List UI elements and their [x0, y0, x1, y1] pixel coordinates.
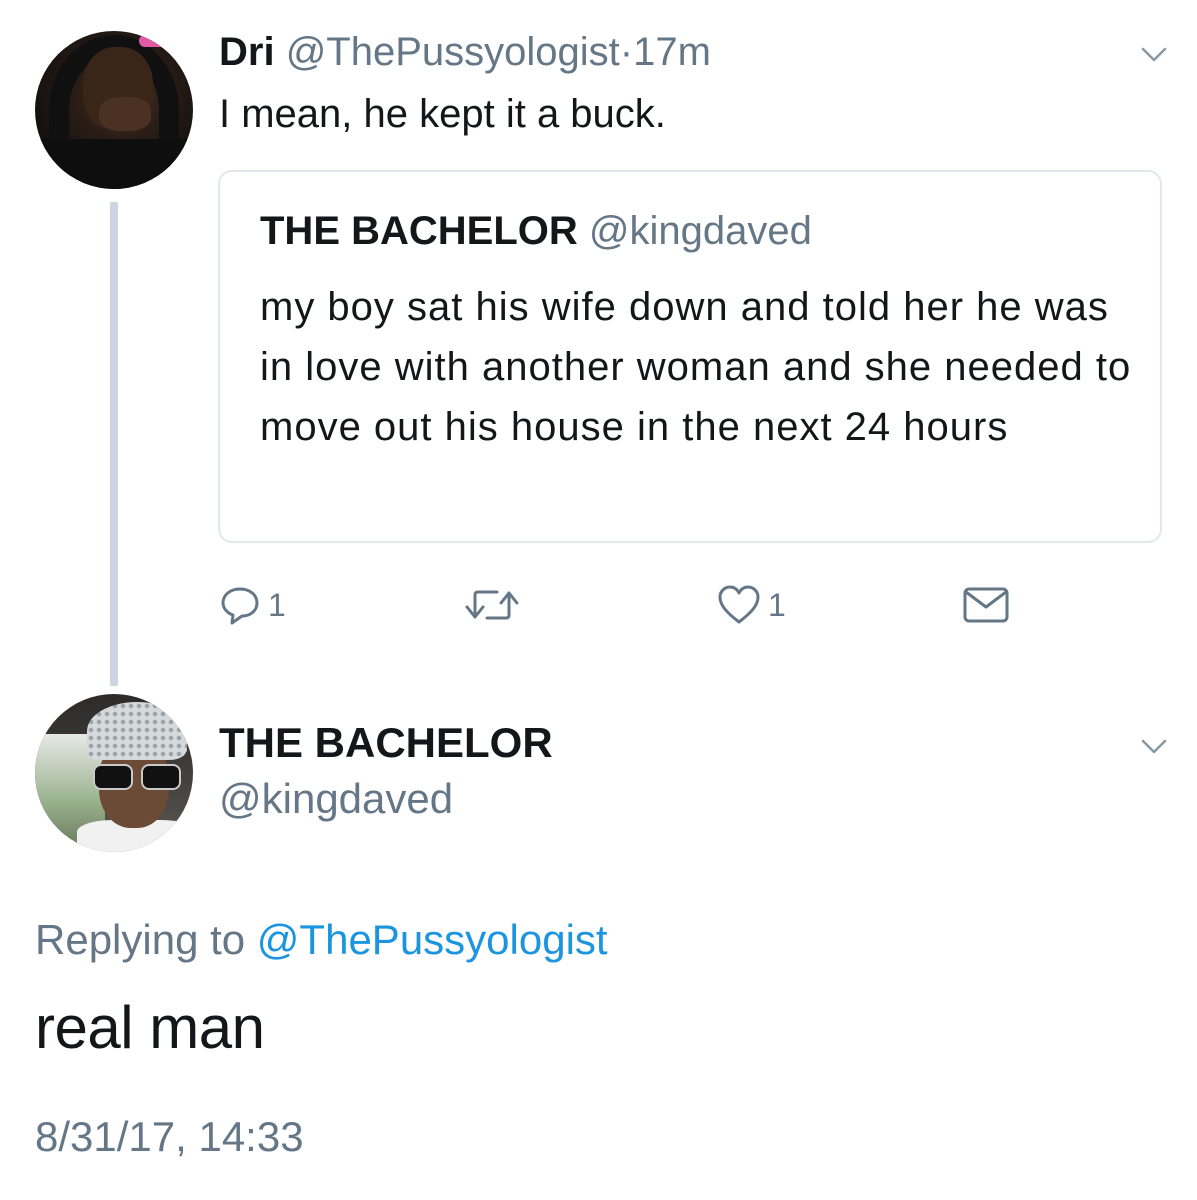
envelope-icon — [963, 587, 1009, 623]
reply-tweet-text: real man — [35, 994, 265, 1061]
direct-message-button[interactable] — [962, 580, 1010, 630]
avatar-sunglasses — [89, 764, 183, 790]
chevron-down-icon[interactable] — [1140, 40, 1168, 68]
author-handle[interactable]: @ThePussyologist — [286, 30, 620, 74]
replying-to-mention[interactable]: @ThePussyologist — [257, 916, 608, 963]
thread-connector-line — [110, 202, 118, 686]
quoted-author-name: THE BACHELOR — [260, 209, 578, 253]
replying-to-label: Replying to — [35, 916, 246, 963]
avatar-kingdaved[interactable] — [35, 694, 193, 852]
separator-dot: · — [619, 30, 634, 74]
replying-to: Replying to @ThePussyologist — [35, 915, 608, 965]
like-count: 1 — [768, 586, 786, 623]
tweet-thread: Dri @ThePussyologist·17m I mean, he kept… — [0, 0, 1197, 1200]
reply-button[interactable]: 1 — [218, 580, 286, 630]
reply-author-name[interactable]: THE BACHELOR — [219, 718, 553, 768]
reply-icon — [221, 587, 259, 625]
retweet-icon — [465, 590, 519, 620]
reply-count: 1 — [268, 586, 286, 623]
avatar-body — [35, 139, 193, 189]
tweet-time[interactable]: 17m — [633, 30, 711, 74]
tweet-text: I mean, he kept it a buck. — [219, 92, 666, 136]
avatar-dri[interactable] — [35, 31, 193, 189]
author-name[interactable]: Dri — [219, 30, 275, 74]
retweet-button[interactable] — [463, 580, 521, 630]
like-button[interactable]: 1 — [716, 580, 786, 630]
tweet-header: Dri @ThePussyologist·17m — [219, 28, 711, 76]
chevron-down-icon[interactable] — [1140, 732, 1168, 760]
quoted-author-handle: @kingdaved — [588, 209, 812, 253]
tweet-actions: 1 1 — [218, 580, 1018, 630]
avatar-hand — [99, 97, 151, 131]
heart-icon — [718, 585, 760, 624]
avatar-accessory — [139, 35, 173, 47]
reply-author-handle[interactable]: @kingdaved — [219, 774, 453, 824]
quoted-tweet-card[interactable]: THE BACHELOR @kingdaved my boy sat his w… — [218, 170, 1162, 543]
tweet-timestamp[interactable]: 8/31/17, 14:33 — [35, 1112, 304, 1162]
quoted-tweet-header: THE BACHELOR @kingdaved — [260, 207, 812, 255]
avatar-cap — [87, 702, 187, 760]
quoted-tweet-text: my boy sat his wife down and told her he… — [260, 285, 1132, 449]
